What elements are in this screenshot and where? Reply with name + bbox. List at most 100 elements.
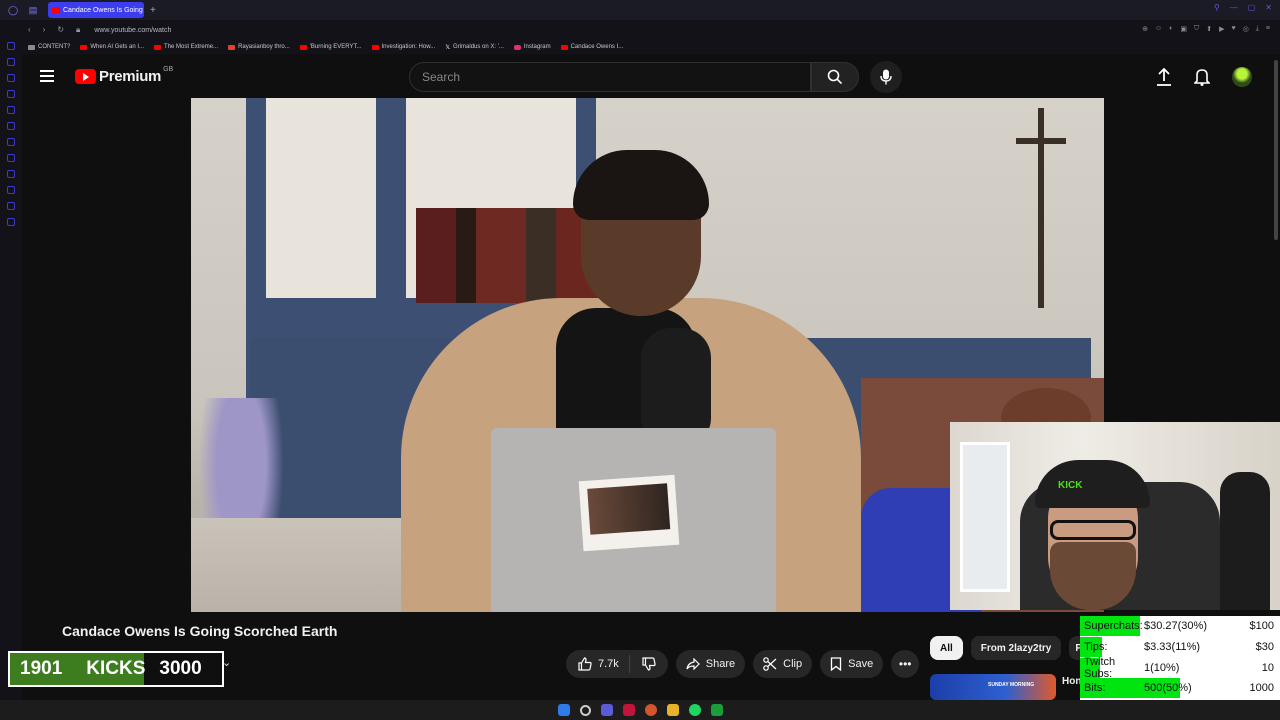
sidebar-app-icon[interactable]: [7, 42, 15, 50]
zoom-icon[interactable]: ⊕: [1142, 25, 1148, 33]
minimize-icon[interactable]: —: [1230, 3, 1238, 12]
browser-icon[interactable]: [644, 704, 657, 716]
logo-text: Premium: [99, 68, 162, 85]
sidebar-app-icon[interactable]: [7, 170, 15, 178]
bookmark-item[interactable]: Instagram: [513, 44, 551, 50]
shield-icon[interactable]: ⛉: [1194, 25, 1199, 33]
window-controls: ⚲ — ▢ ✕: [1214, 3, 1272, 12]
bookmark-item[interactable]: 'Burning EVERYT...: [299, 44, 362, 50]
browser-tab-bar: ◯ ▤ Candace Owens Is Going + ⚲ — ▢ ✕: [0, 0, 1280, 20]
like-button[interactable]: 7.7k: [566, 655, 630, 673]
close-icon[interactable]: ✕: [1265, 3, 1272, 12]
url-field[interactable]: www.youtube.com/watch: [94, 27, 171, 34]
sidebar-app-icon[interactable]: [7, 218, 15, 226]
x-favicon-icon: 𝕏: [445, 44, 451, 51]
download-icon[interactable]: ⤓: [1256, 25, 1259, 33]
recommendation-thumbnail[interactable]: SUNDAY MORNING: [930, 674, 1056, 700]
video-title: Candace Owens Is Going Scorched Earth: [62, 623, 338, 639]
search-icon: [827, 69, 843, 85]
clip-button[interactable]: Clip: [753, 650, 813, 678]
sidebar-app-icon[interactable]: [7, 122, 15, 130]
app-icon[interactable]: [622, 704, 635, 716]
page-scrollbar[interactable]: [1274, 60, 1278, 240]
play-icon[interactable]: ▶: [1219, 25, 1224, 33]
share-button[interactable]: Share: [675, 650, 746, 678]
bookmark-label: Investigation: How...: [381, 44, 436, 50]
polaroid-sticker: [578, 474, 680, 552]
sidebar-app-icon[interactable]: [7, 138, 15, 146]
microphone-icon: [880, 69, 892, 85]
goal-label: Tips:: [1084, 640, 1108, 653]
search-icon[interactable]: [579, 704, 591, 716]
account-avatar[interactable]: [1232, 67, 1252, 87]
bookmarks-bar: CONTENT? When AI Gets an I... The Most Ext…: [22, 40, 1280, 54]
forward-icon[interactable]: ›: [43, 25, 46, 35]
hamburger-menu-icon[interactable]: [40, 70, 54, 82]
browser-logo-icon[interactable]: ◯: [6, 3, 20, 17]
goal-label: Twitch Subs:: [1084, 655, 1116, 680]
save-button[interactable]: Save: [820, 650, 884, 678]
sidebar-app-icon[interactable]: [7, 74, 15, 82]
sidebar-app-icon[interactable]: [7, 106, 15, 114]
bookmark-item[interactable]: 𝕏 Grimaldus on X: '...: [445, 44, 504, 51]
menu-icon[interactable]: ≡: [1266, 25, 1270, 33]
bookmark-item[interactable]: The Most Extreme...: [154, 44, 218, 50]
sidebar-app-icon[interactable]: [7, 58, 15, 66]
sidebar-app-icon[interactable]: [7, 186, 15, 194]
youtube-favicon-icon: [299, 44, 307, 50]
upload-icon[interactable]: [1156, 68, 1172, 86]
sidebar-app-icon[interactable]: [7, 202, 15, 210]
voice-search-button[interactable]: [870, 61, 902, 93]
opera-gx-icon[interactable]: [600, 704, 613, 716]
back-icon[interactable]: ‹: [28, 25, 31, 35]
goal-target: 1000: [1249, 682, 1274, 695]
start-menu-icon[interactable]: [557, 704, 570, 716]
spotify-icon[interactable]: [688, 704, 701, 716]
goal-row: Twitch Subs: 1(10%) 10: [1080, 655, 1280, 680]
extension-icon[interactable]: ◎: [1243, 25, 1249, 33]
maximize-icon[interactable]: ▢: [1248, 3, 1256, 12]
file-explorer-icon[interactable]: [666, 704, 679, 716]
tab-list-icon[interactable]: ▤: [26, 3, 40, 17]
filter-chip[interactable]: All: [930, 636, 963, 660]
bookmark-item[interactable]: Investigation: How...: [371, 44, 436, 50]
reload-icon[interactable]: ↻: [57, 25, 64, 35]
notifications-bell-icon[interactable]: [1194, 68, 1210, 86]
goal-row: Bits: 500(50%) 1000: [1080, 678, 1280, 699]
bookmark-item[interactable]: Candace Owens I...: [560, 44, 624, 50]
other-favicon-icon: [228, 44, 236, 50]
extension-icon[interactable]: ☺: [1155, 25, 1162, 33]
youtube-favicon-icon: [154, 44, 162, 50]
nav-buttons: ‹ › ↻ 🔒︎: [28, 25, 80, 35]
like-count: 7.7k: [598, 658, 619, 670]
folder-favicon-icon: [28, 44, 35, 50]
search-input[interactable]: Search: [409, 62, 811, 92]
heart-icon[interactable]: ♥: [1232, 25, 1236, 33]
extension-icon[interactable]: ◐: [1169, 25, 1173, 33]
filter-chip[interactable]: From 2lazy2try: [970, 636, 1062, 660]
goal-label: Bits:: [1084, 682, 1106, 695]
more-actions-button[interactable]: •••: [891, 650, 920, 678]
extension-icon[interactable]: ⬆: [1206, 25, 1212, 33]
thumbs-down-icon: [642, 657, 656, 671]
bookmark-item[interactable]: CONTENT?: [28, 44, 70, 50]
xbox-icon[interactable]: [710, 704, 723, 716]
recommendation-title[interactable]: Hon: [1062, 676, 1081, 687]
clip-label: Clip: [783, 658, 803, 670]
new-tab-icon[interactable]: +: [150, 5, 156, 16]
save-label: Save: [848, 658, 874, 670]
bookmark-item[interactable]: When AI Gets an I...: [80, 44, 144, 50]
sidebar-app-icon[interactable]: [7, 90, 15, 98]
sidebar-app-icon[interactable]: [7, 154, 15, 162]
search-tabs-icon[interactable]: ⚲: [1214, 3, 1220, 12]
extension-icon[interactable]: ▣: [1180, 25, 1187, 33]
kicks-goal: 3000: [159, 658, 202, 679]
scissors-icon: [763, 657, 777, 671]
browser-tab-active[interactable]: Candace Owens Is Going: [48, 2, 144, 18]
dislike-button[interactable]: [630, 657, 668, 671]
bookmark-item[interactable]: Rayasianboy thro...: [228, 44, 290, 50]
bookmark-label: Candace Owens I...: [570, 44, 624, 50]
youtube-favicon-icon: [371, 44, 379, 50]
youtube-premium-logo[interactable]: Premium GB: [75, 66, 173, 85]
search-button[interactable]: [811, 62, 859, 92]
